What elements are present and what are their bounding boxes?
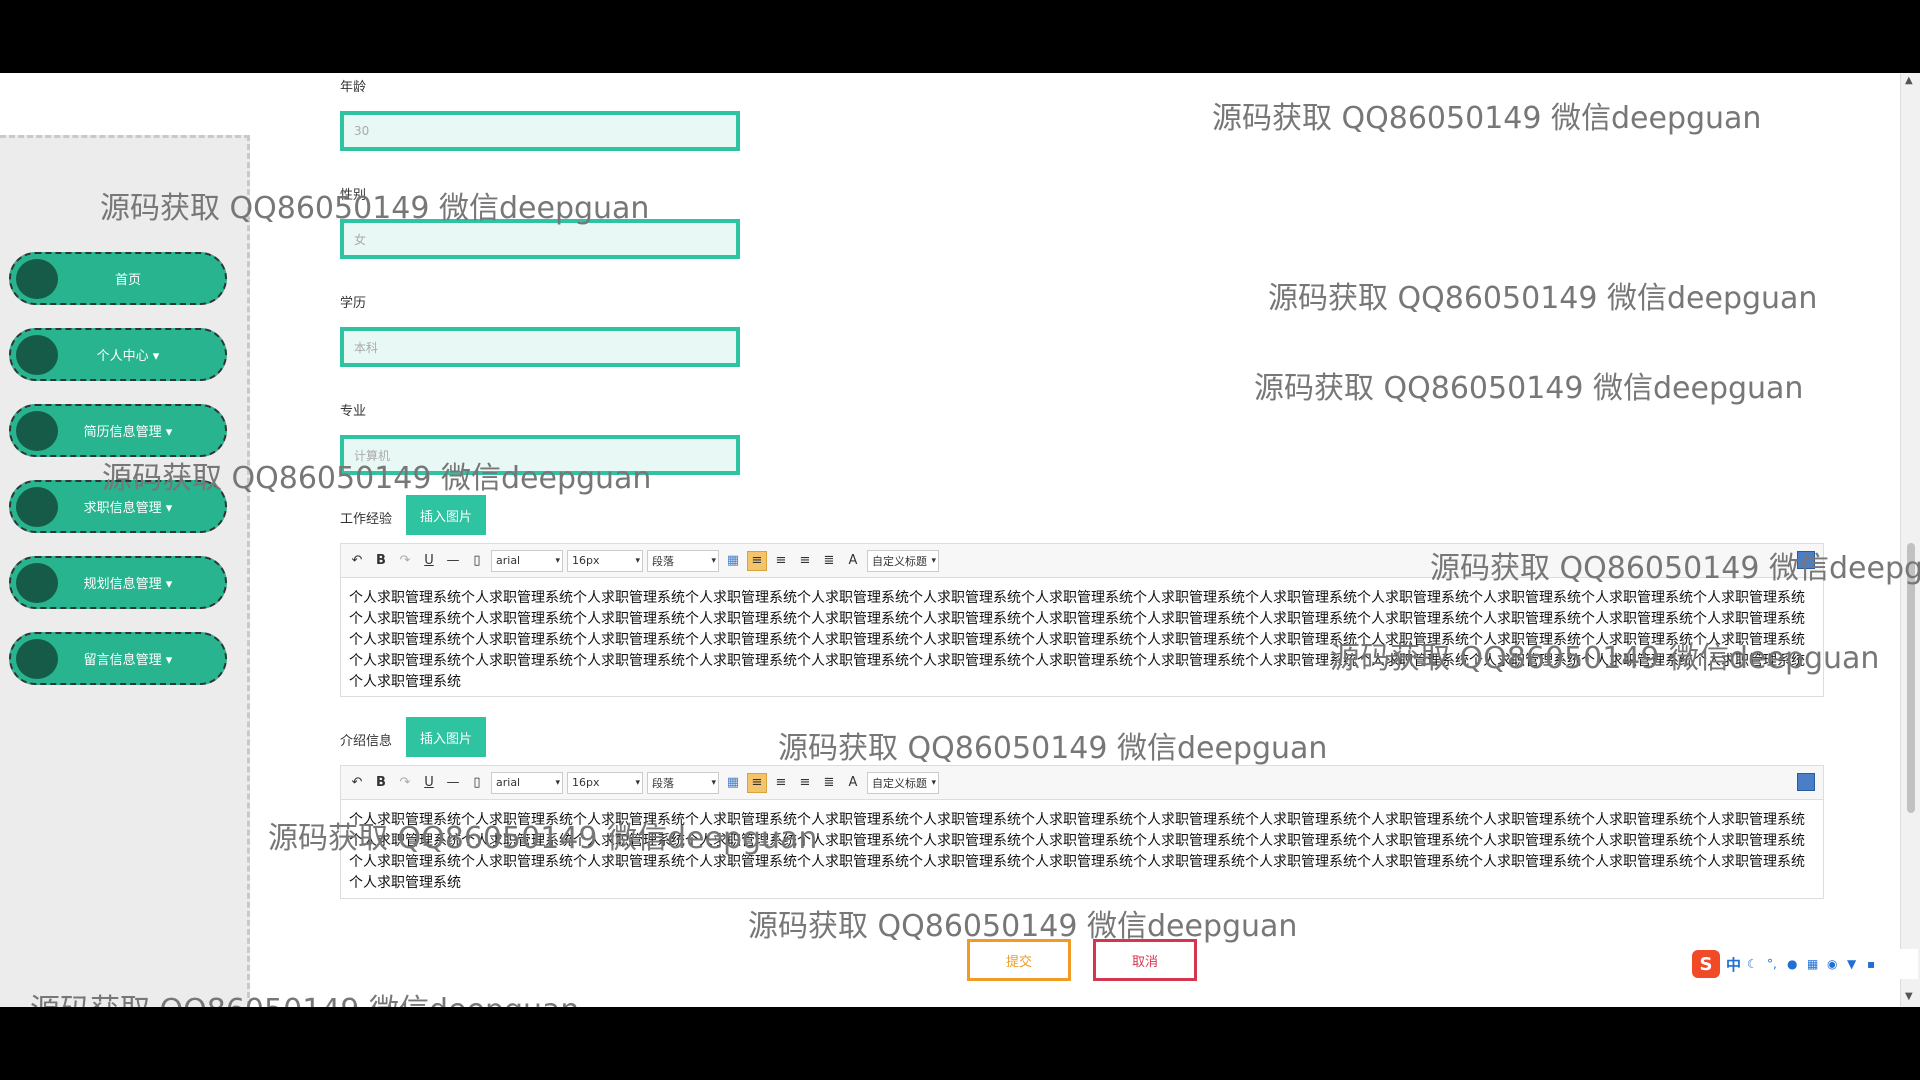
education-field[interactable]: 本科 <box>340 327 740 367</box>
align-right-icon[interactable]: ≡ <box>795 551 815 571</box>
custom-title-select[interactable]: 自定义标题 <box>867 771 939 794</box>
table-icon[interactable]: ▦ <box>723 551 743 571</box>
sidebar-item-message[interactable]: 留言信息管理 ▾ <box>9 632 227 685</box>
nav-dot-icon <box>16 335 58 375</box>
work-experience-content[interactable]: 个人求职管理系统个人求职管理系统个人求职管理系统个人求职管理系统个人求职管理系统… <box>341 578 1823 703</box>
fullscreen-icon[interactable] <box>1797 773 1815 791</box>
grid-icon[interactable]: ▪ <box>1867 957 1881 971</box>
education-label: 学历 <box>340 296 367 311</box>
sidebar: 首页 个人中心 ▾ 简历信息管理 ▾ 求职信息管理 ▾ 规划信息管理 ▾ 留言信… <box>0 135 250 1007</box>
ime-toolbar: S 中 ☾ °, ● ▦ ◉ ▼ ▪ <box>1692 949 1918 979</box>
font-family-select[interactable]: arial <box>491 771 563 794</box>
form-panel: 年龄 30 性别 女 学历 本科 专业 计算机 工作经验 插入图片 ↶ B ↷ … <box>300 73 1860 1007</box>
horizontal-rule-button[interactable]: — <box>443 773 463 793</box>
font-color-button[interactable]: A <box>843 773 863 793</box>
insert-image-button[interactable]: 插入图片 <box>406 717 486 757</box>
sidebar-item-plan[interactable]: 规划信息管理 ▾ <box>9 556 227 609</box>
work-experience-label: 工作经验 <box>340 512 393 527</box>
work-experience-editor[interactable]: ↶ B ↷ U — ▯ arial 16px 段落 ▦ ≡ ≡ ≡ ≣ A 自定… <box>340 543 1824 697</box>
introduction-content[interactable]: 个人求职管理系统个人求职管理系统个人求职管理系统个人求职管理系统个人求职管理系统… <box>341 800 1823 904</box>
sidebar-item-resume[interactable]: 简历信息管理 ▾ <box>9 404 227 457</box>
undo-icon[interactable]: ↶ <box>347 773 367 793</box>
sidebar-item-label: 首页 <box>114 273 141 288</box>
sidebar-item-label: 留言信息管理 ▾ <box>83 653 173 668</box>
major-field[interactable]: 计算机 <box>340 435 740 475</box>
app-window: 首页 个人中心 ▾ 简历信息管理 ▾ 求职信息管理 ▾ 规划信息管理 ▾ 留言信… <box>0 73 1920 1007</box>
sidebar-item-label: 求职信息管理 ▾ <box>83 501 173 516</box>
underline-button[interactable]: U <box>419 551 439 571</box>
insert-image-button[interactable]: 插入图片 <box>406 495 486 535</box>
align-left-icon[interactable]: ≡ <box>747 772 767 793</box>
bold-button[interactable]: B <box>371 551 391 571</box>
table-icon[interactable]: ▦ <box>723 773 743 793</box>
major-label: 专业 <box>340 404 367 419</box>
keyboard-icon[interactable]: ▦ <box>1807 957 1821 971</box>
align-center-icon[interactable]: ≡ <box>771 551 791 571</box>
font-family-select[interactable]: arial <box>491 549 563 572</box>
editor-toolbar: ↶ B ↷ U — ▯ arial 16px 段落 ▦ ≡ ≡ ≡ ≣ A 自定… <box>341 766 1823 800</box>
submit-button[interactable]: 提交 <box>967 939 1071 981</box>
font-size-select[interactable]: 16px <box>567 771 643 794</box>
bold-button[interactable]: B <box>371 773 391 793</box>
introduction-label: 介绍信息 <box>340 734 393 749</box>
nav-dot-icon <box>16 259 58 299</box>
sidebar-item-job[interactable]: 求职信息管理 ▾ <box>9 480 227 533</box>
paragraph-select[interactable]: 段落 <box>647 549 719 572</box>
letterbox-bottom <box>0 1007 1920 1080</box>
align-justify-icon[interactable]: ≣ <box>819 551 839 571</box>
nav-dot-icon <box>16 563 58 603</box>
sidebar-item-label: 个人中心 ▾ <box>96 349 160 364</box>
redo-icon[interactable]: ↷ <box>395 773 415 793</box>
vertical-scrollbar[interactable]: ▲ ▼ <box>1900 73 1920 1007</box>
age-label: 年龄 <box>340 80 367 95</box>
sogou-logo-icon[interactable]: S <box>1692 950 1720 978</box>
fullscreen-icon[interactable] <box>1797 551 1815 569</box>
align-center-icon[interactable]: ≡ <box>771 773 791 793</box>
gender-label: 性别 <box>340 188 367 203</box>
scroll-thumb[interactable] <box>1907 543 1915 813</box>
age-field[interactable]: 30 <box>340 111 740 151</box>
align-right-icon[interactable]: ≡ <box>795 773 815 793</box>
moon-icon[interactable]: ☾ <box>1747 957 1761 971</box>
punctuation-icon[interactable]: °, <box>1767 957 1781 971</box>
nav-dot-icon <box>16 487 58 527</box>
undo-icon[interactable]: ↶ <box>347 551 367 571</box>
letterbox-top <box>0 0 1920 73</box>
horizontal-rule-button[interactable]: — <box>443 551 463 571</box>
ime-mode-indicator[interactable]: 中 <box>1726 954 1741 975</box>
font-color-button[interactable]: A <box>843 551 863 571</box>
align-left-icon[interactable]: ≡ <box>747 550 767 571</box>
document-icon[interactable]: ▯ <box>467 773 487 793</box>
editor-toolbar: ↶ B ↷ U — ▯ arial 16px 段落 ▦ ≡ ≡ ≡ ≣ A 自定… <box>341 544 1823 578</box>
scroll-down-icon[interactable]: ▼ <box>1905 991 1913 1002</box>
sidebar-item-label: 规划信息管理 ▾ <box>83 577 173 592</box>
nav-dot-icon <box>16 639 58 679</box>
gender-field[interactable]: 女 <box>340 219 740 259</box>
custom-title-select[interactable]: 自定义标题 <box>867 549 939 572</box>
introduction-editor[interactable]: ↶ B ↷ U — ▯ arial 16px 段落 ▦ ≡ ≡ ≡ ≣ A 自定… <box>340 765 1824 899</box>
underline-button[interactable]: U <box>419 773 439 793</box>
scroll-up-icon[interactable]: ▲ <box>1905 75 1913 86</box>
sidebar-item-home[interactable]: 首页 <box>9 252 227 305</box>
sidebar-item-personal-center[interactable]: 个人中心 ▾ <box>9 328 227 381</box>
paragraph-select[interactable]: 段落 <box>647 771 719 794</box>
font-size-select[interactable]: 16px <box>567 549 643 572</box>
cancel-button[interactable]: 取消 <box>1093 939 1197 981</box>
nav-dot-icon <box>16 411 58 451</box>
shirt-icon[interactable]: ▼ <box>1847 957 1861 971</box>
document-icon[interactable]: ▯ <box>467 551 487 571</box>
sidebar-item-label: 简历信息管理 ▾ <box>83 425 173 440</box>
user-icon[interactable]: ◉ <box>1827 957 1841 971</box>
microphone-icon[interactable]: ● <box>1787 957 1801 971</box>
redo-icon[interactable]: ↷ <box>395 551 415 571</box>
align-justify-icon[interactable]: ≣ <box>819 773 839 793</box>
